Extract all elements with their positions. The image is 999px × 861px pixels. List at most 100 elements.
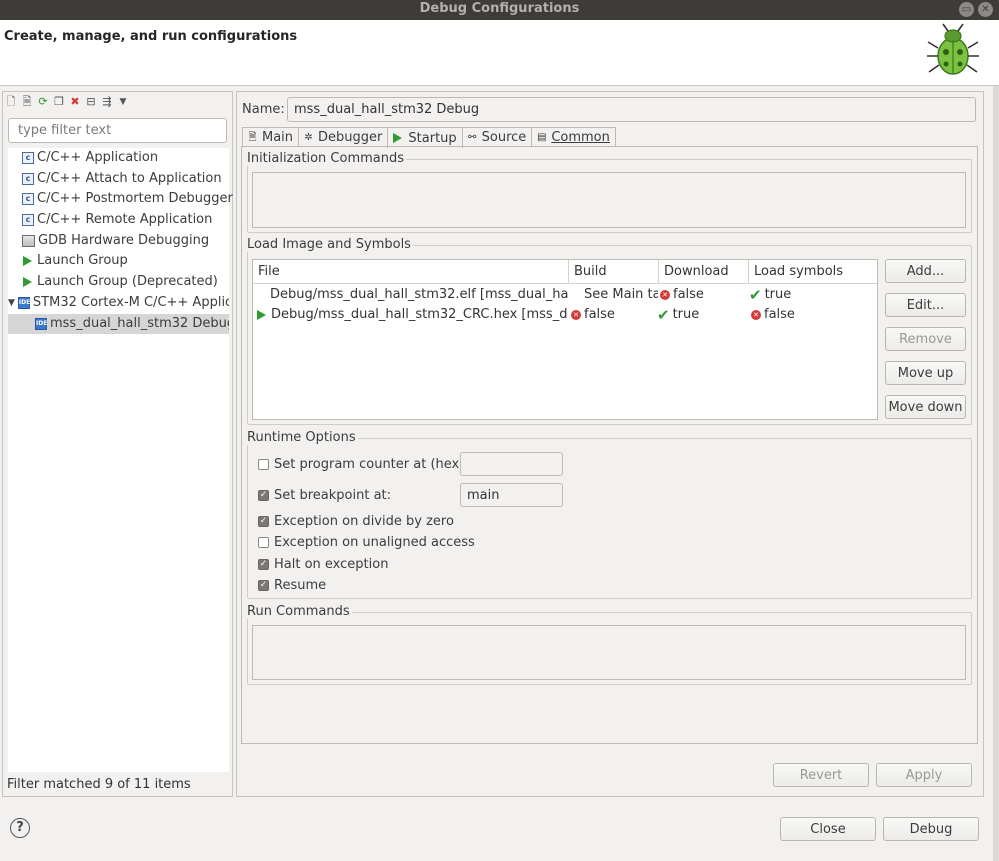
halt-on-exception-checkbox[interactable]: ✓ <box>258 558 269 570</box>
true-icon: ✔ <box>657 306 670 324</box>
tree-item-c-remote[interactable]: c C/C++ Remote Application <box>22 210 212 230</box>
filter-input[interactable] <box>8 118 227 143</box>
set-breakpoint-option[interactable]: ✓ Set breakpoint at: <box>258 486 391 504</box>
table-row-file[interactable]: Debug/mss_dual_hall_stm32.elf [mss_dual_… <box>270 285 568 305</box>
source-tab-icon: ⚯ <box>467 132 477 143</box>
tab-label: Main <box>262 130 294 145</box>
remove-button[interactable]: Remove <box>885 327 966 351</box>
init-commands-textarea[interactable] <box>252 172 966 228</box>
launch-group-icon <box>23 277 32 287</box>
column-header-file[interactable]: File <box>253 260 569 284</box>
delete-icon[interactable]: ✖ <box>68 95 82 109</box>
tab-debugger[interactable]: ✲ Debugger <box>298 127 389 147</box>
tree-item-stm32[interactable]: ▼ IDE STM32 Cortex-M C/C++ Applicat <box>8 293 229 313</box>
startup-tab-icon <box>393 133 403 143</box>
chevron-down-icon[interactable]: ▼ <box>8 293 15 313</box>
tab-label: Source <box>481 130 527 145</box>
tree-item-label: Launch Group <box>37 253 128 268</box>
revert-button[interactable]: Revert <box>773 763 869 787</box>
true-icon: ✔ <box>749 286 762 304</box>
init-commands-label: Initialization Commands <box>247 151 406 166</box>
unaligned-access-checkbox[interactable] <box>258 536 269 548</box>
tab-startup[interactable]: Startup <box>387 127 463 148</box>
debug-button[interactable]: Debug <box>883 817 979 841</box>
table-row-download[interactable]: ✕ false <box>660 285 748 305</box>
table-row-build[interactable]: See Main tal <box>584 285 658 305</box>
tree-item-label: STM32 Cortex-M C/C++ Applicat <box>32 295 229 310</box>
run-commands-label: Run Commands <box>247 604 352 619</box>
table-row-file[interactable]: Debug/mss_dual_hall_stm32_CRC.hex [mss_d… <box>256 305 568 325</box>
tree-item-launch-group[interactable]: Launch Group <box>22 251 128 271</box>
column-header-symbols[interactable]: Load symbols <box>749 260 877 284</box>
runtime-options-label: Runtime Options <box>247 430 358 445</box>
filter-icon[interactable]: ⇶ <box>100 95 114 109</box>
window-title: Debug Configurations <box>419 1 580 16</box>
tree-item-label: GDB Hardware Debugging <box>38 233 210 248</box>
false-icon: ✕ <box>660 290 670 300</box>
new-config-icon[interactable]: 🗋 <box>4 95 18 109</box>
resume-option[interactable]: ✓ Resume <box>258 576 326 594</box>
debugger-tab-icon: ✲ <box>304 132 313 143</box>
window-edge <box>993 86 999 861</box>
column-header-download[interactable]: Download <box>659 260 749 284</box>
set-pc-option[interactable]: Set program counter at (hex): <box>258 455 469 473</box>
tree-item-label: mss_dual_hall_stm32 Debug <box>50 316 229 331</box>
table-row-symbols[interactable]: ✕ false <box>751 305 877 325</box>
tree-item-gdb-hardware[interactable]: GDB Hardware Debugging <box>22 231 209 251</box>
cell-value: true <box>672 307 700 322</box>
set-breakpoint-input[interactable] <box>460 483 563 507</box>
divide-by-zero-checkbox[interactable]: ✓ <box>258 515 269 527</box>
tab-label: Common <box>551 130 610 145</box>
c-app-icon: c <box>22 214 34 226</box>
add-button[interactable]: Add... <box>885 259 966 283</box>
dropdown-icon[interactable]: ▼ <box>116 95 130 109</box>
column-header-build[interactable]: Build <box>569 260 659 284</box>
tree-item-launch-group-deprecated[interactable]: Launch Group (Deprecated) <box>22 272 218 292</box>
run-marker-icon <box>257 310 266 320</box>
tree-item-c-attach[interactable]: c C/C++ Attach to Application <box>22 169 222 189</box>
window-title-bar: Debug Configurations <box>0 0 999 20</box>
set-pc-input[interactable] <box>460 452 563 476</box>
maximize-icon[interactable]: ▭ <box>959 2 974 17</box>
tab-main[interactable]: 🗎 Main <box>242 127 300 147</box>
cell-value: true <box>764 287 792 302</box>
window-controls: ▭ ✕ <box>959 2 993 17</box>
collapse-all-icon[interactable]: ⊟ <box>84 95 98 109</box>
help-icon[interactable]: ? <box>10 818 30 838</box>
main-tab-icon: 🗎 <box>248 132 257 143</box>
run-commands-textarea[interactable] <box>252 625 966 680</box>
close-window-icon[interactable]: ✕ <box>978 2 993 17</box>
apply-button[interactable]: Apply <box>876 763 972 787</box>
config-tabs: 🗎 Main ✲ Debugger Startup ⚯ Source ▤ Com… <box>242 127 616 148</box>
table-row-download[interactable]: ✔ true <box>657 305 748 325</box>
gdb-hardware-icon <box>22 235 35 247</box>
new-prototype-icon[interactable]: 🗎 <box>20 95 34 109</box>
tree-item-label: C/C++ Postmortem Debugger <box>37 191 233 206</box>
unaligned-access-option[interactable]: Exception on unaligned access <box>258 533 475 551</box>
config-name-input[interactable] <box>287 97 976 122</box>
common-tab-icon: ▤ <box>537 132 547 143</box>
table-row-symbols[interactable]: ✔ true <box>749 285 877 305</box>
tab-common[interactable]: ▤ Common <box>531 127 616 147</box>
c-app-icon: c <box>22 152 34 164</box>
tree-item-c-application[interactable]: c C/C++ Application <box>22 148 158 168</box>
tree-item-c-postmortem[interactable]: c C/C++ Postmortem Debugger <box>22 189 233 209</box>
close-button[interactable]: Close <box>780 817 876 841</box>
table-row-build[interactable]: ✕ false <box>571 305 658 325</box>
debug-bug-icon <box>927 23 979 75</box>
set-breakpoint-checkbox[interactable]: ✓ <box>258 489 269 501</box>
move-down-button[interactable]: Move down <box>885 395 966 419</box>
move-up-button[interactable]: Move up <box>885 361 966 385</box>
resume-checkbox[interactable]: ✓ <box>258 579 269 591</box>
export-icon[interactable]: ⟳ <box>36 95 50 109</box>
set-pc-checkbox[interactable] <box>258 458 269 470</box>
halt-on-exception-option[interactable]: ✓ Halt on exception <box>258 555 388 573</box>
edit-button[interactable]: Edit... <box>885 293 966 317</box>
duplicate-icon[interactable]: ❐ <box>52 95 66 109</box>
ide-icon: IDE <box>17 297 30 309</box>
tab-source[interactable]: ⚯ Source <box>461 127 533 147</box>
tree-item-selected-config[interactable]: IDE mss_dual_hall_stm32 Debug <box>8 314 229 334</box>
tab-label: Debugger <box>318 130 383 145</box>
header-title: Create, manage, and run configurations <box>4 29 298 44</box>
divide-by-zero-option[interactable]: ✓ Exception on divide by zero <box>258 512 454 530</box>
